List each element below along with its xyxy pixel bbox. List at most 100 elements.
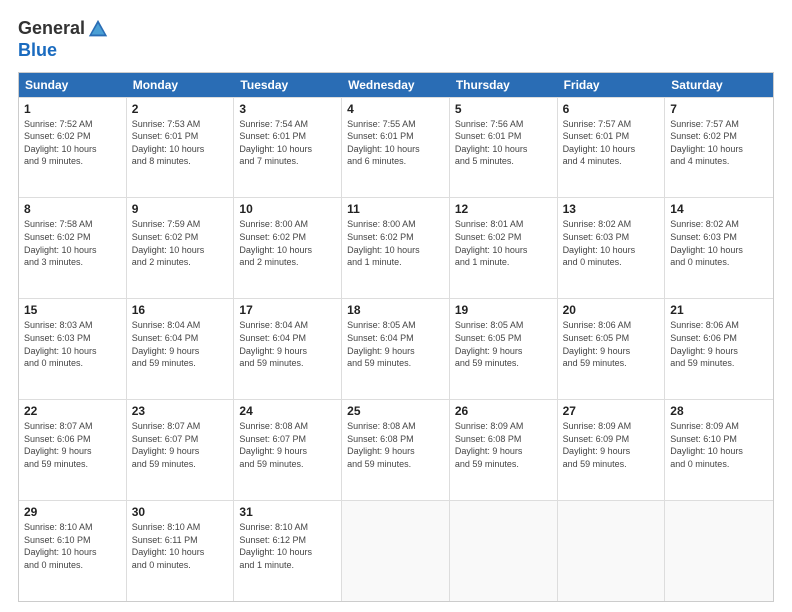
day-number: 21 <box>670 303 768 317</box>
calendar-cell-9: 9Sunrise: 7:59 AMSunset: 6:02 PMDaylight… <box>127 198 235 298</box>
calendar-cell-12: 12Sunrise: 8:01 AMSunset: 6:02 PMDayligh… <box>450 198 558 298</box>
day-number: 23 <box>132 404 229 418</box>
cell-info: Sunrise: 8:02 AM <box>670 218 768 231</box>
calendar-cell-17: 17 Sunrise: 8:04 AMSunset: 6:04 PMDayligh… <box>234 299 342 399</box>
cell-info: Daylight: 10 hours <box>670 445 768 458</box>
cell-info: Sunset: 6:03 PM <box>670 231 768 244</box>
cell-info: Daylight: 10 hours <box>24 546 121 559</box>
cell-info: Sunrise: 7:57 AM <box>563 118 660 131</box>
day-number: 28 <box>670 404 768 418</box>
cell-info: Daylight: 10 hours <box>347 244 444 257</box>
cell-info: Daylight: 9 hours <box>24 445 121 458</box>
cell-info: and 0 minutes. <box>24 559 121 572</box>
cell-info: Daylight: 10 hours <box>670 143 768 156</box>
cell-info: and 6 minutes. <box>347 155 444 168</box>
cell-info: and 5 minutes. <box>455 155 552 168</box>
calendar-cell-19: 19Sunrise: 8:05 AMSunset: 6:05 PMDayligh… <box>450 299 558 399</box>
cell-info: Sunrise: 7:56 AM <box>455 118 552 131</box>
cell-info: Sunset: 6:10 PM <box>670 433 768 446</box>
calendar-cell-8: 8Sunrise: 7:58 AMSunset: 6:02 PMDaylight… <box>19 198 127 298</box>
cell-info: Daylight: 10 hours <box>24 244 121 257</box>
cell-info: and 2 minutes. <box>239 256 336 269</box>
calendar-cell-15: 15Sunrise: 8:03 AMSunset: 6:03 PMDayligh… <box>19 299 127 399</box>
cell-info: Daylight: 9 hours <box>239 445 336 458</box>
calendar-cell-10: 10Sunrise: 8:00 AMSunset: 6:02 PMDayligh… <box>234 198 342 298</box>
cell-info: Sunset: 6:01 PM <box>347 130 444 143</box>
calendar-cell-31: 31Sunrise: 8:10 AMSunset: 6:12 PMDayligh… <box>234 501 342 601</box>
calendar-row-1: 1Sunrise: 7:52 AMSunset: 6:02 PMDaylight… <box>19 97 773 198</box>
cell-info: Sunset: 6:03 PM <box>24 332 121 345</box>
header-day-saturday: Saturday <box>665 73 773 97</box>
cell-info: Sunrise: 8:05 AM <box>347 319 444 332</box>
day-number: 8 <box>24 202 121 216</box>
header-day-monday: Monday <box>127 73 235 97</box>
cell-info: and 59 minutes. <box>563 357 660 370</box>
cell-info: Sunrise: 8:01 AM <box>455 218 552 231</box>
cell-info: Sunrise: 8:06 AM <box>670 319 768 332</box>
calendar-cell-13: 13Sunrise: 8:02 AMSunset: 6:03 PMDayligh… <box>558 198 666 298</box>
calendar-cell-25: 25Sunrise: 8:08 AMSunset: 6:08 PMDayligh… <box>342 400 450 500</box>
cell-info: and 59 minutes. <box>24 458 121 471</box>
calendar-cell-22: 22 Sunrise: 8:07 AMSunset: 6:06 PMDayligh… <box>19 400 127 500</box>
cell-info: Daylight: 10 hours <box>670 244 768 257</box>
cell-info: Sunrise: 8:00 AM <box>347 218 444 231</box>
cell-info: Daylight: 9 hours <box>132 345 229 358</box>
day-number: 20 <box>563 303 660 317</box>
calendar-cell-11: 11Sunrise: 8:00 AMSunset: 6:02 PMDayligh… <box>342 198 450 298</box>
cell-info: Sunset: 6:07 PM <box>132 433 229 446</box>
cell-info: Daylight: 9 hours <box>239 345 336 358</box>
calendar-cell-18: 18Sunrise: 8:05 AMSunset: 6:04 PMDayligh… <box>342 299 450 399</box>
calendar-cell-21: 21Sunrise: 8:06 AMSunset: 6:06 PMDayligh… <box>665 299 773 399</box>
cell-info: Daylight: 10 hours <box>347 143 444 156</box>
cell-info: Daylight: 10 hours <box>132 244 229 257</box>
cell-info: Sunrise: 8:09 AM <box>455 420 552 433</box>
calendar-cell-30: 30Sunrise: 8:10 AMSunset: 6:11 PMDayligh… <box>127 501 235 601</box>
cell-info: Sunset: 6:03 PM <box>563 231 660 244</box>
cell-info: Sunrise: 8:08 AM <box>239 420 336 433</box>
cell-info: and 1 minute. <box>455 256 552 269</box>
cell-info: and 1 minute. <box>239 559 336 572</box>
day-number: 22 <box>24 404 121 418</box>
day-number: 17 <box>239 303 336 317</box>
cell-info: Daylight: 10 hours <box>24 143 121 156</box>
cell-info: Sunset: 6:04 PM <box>239 332 336 345</box>
day-number: 12 <box>455 202 552 216</box>
calendar-cell-1: 1Sunrise: 7:52 AMSunset: 6:02 PMDaylight… <box>19 98 127 198</box>
cell-info: Sunset: 6:01 PM <box>563 130 660 143</box>
cell-info: Sunrise: 8:04 AM <box>239 319 336 332</box>
cell-info: and 59 minutes. <box>239 458 336 471</box>
day-number: 4 <box>347 102 444 116</box>
cell-info: Sunrise: 7:53 AM <box>132 118 229 131</box>
cell-info: Daylight: 9 hours <box>563 345 660 358</box>
cell-info: Daylight: 10 hours <box>132 546 229 559</box>
calendar: SundayMondayTuesdayWednesdayThursdayFrid… <box>18 72 774 602</box>
cell-info: Sunset: 6:01 PM <box>239 130 336 143</box>
calendar-cell-2: 2Sunrise: 7:53 AMSunset: 6:01 PMDaylight… <box>127 98 235 198</box>
day-number: 5 <box>455 102 552 116</box>
cell-info: Sunset: 6:02 PM <box>239 231 336 244</box>
day-number: 3 <box>239 102 336 116</box>
cell-info: Daylight: 10 hours <box>563 244 660 257</box>
cell-info: Sunrise: 8:08 AM <box>347 420 444 433</box>
day-number: 10 <box>239 202 336 216</box>
cell-info: Sunrise: 8:07 AM <box>24 420 121 433</box>
calendar-cell-5: 5Sunrise: 7:56 AMSunset: 6:01 PMDaylight… <box>450 98 558 198</box>
cell-info: Sunset: 6:05 PM <box>455 332 552 345</box>
cell-info: Sunrise: 8:03 AM <box>24 319 121 332</box>
cell-info: Daylight: 9 hours <box>455 345 552 358</box>
cell-info: Daylight: 10 hours <box>239 546 336 559</box>
day-number: 1 <box>24 102 121 116</box>
calendar-cell-26: 26Sunrise: 8:09 AMSunset: 6:08 PMDayligh… <box>450 400 558 500</box>
cell-info: Sunset: 6:06 PM <box>24 433 121 446</box>
header-day-wednesday: Wednesday <box>342 73 450 97</box>
calendar-cell-empty <box>665 501 773 601</box>
cell-info: and 59 minutes. <box>670 357 768 370</box>
day-number: 29 <box>24 505 121 519</box>
day-number: 26 <box>455 404 552 418</box>
cell-info: Sunset: 6:02 PM <box>24 130 121 143</box>
cell-info: and 2 minutes. <box>132 256 229 269</box>
header: General Blue <box>18 18 774 62</box>
cell-info: Sunrise: 8:10 AM <box>132 521 229 534</box>
cell-info: Daylight: 10 hours <box>24 345 121 358</box>
cell-info: Sunset: 6:02 PM <box>24 231 121 244</box>
